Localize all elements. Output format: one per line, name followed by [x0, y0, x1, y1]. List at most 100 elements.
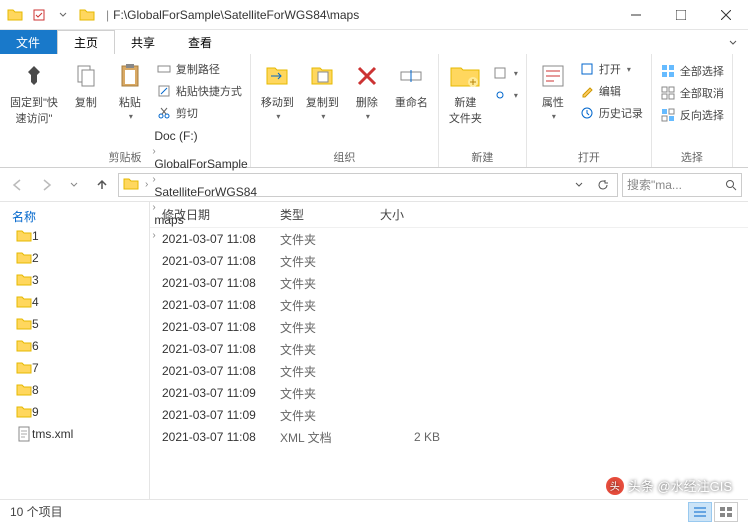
- file-row-data[interactable]: 2021-03-07 11:08文件夹: [150, 272, 748, 294]
- properties-icon: [537, 60, 569, 92]
- file-type: 文件夹: [280, 341, 380, 358]
- column-name-header[interactable]: 名称: [12, 208, 137, 225]
- file-name: 3: [32, 273, 39, 287]
- file-name: tms.xml: [32, 427, 73, 441]
- file-size: 2 KB: [380, 430, 460, 444]
- column-date-header[interactable]: 修改日期: [150, 206, 280, 223]
- file-row[interactable]: 6: [12, 335, 137, 357]
- chevron-right-icon[interactable]: ›: [150, 174, 157, 185]
- navigation-bar: › Doc (F:)›GlobalForSample›SatelliteForW…: [0, 168, 748, 202]
- file-date: 2021-03-07 11:08: [150, 254, 280, 268]
- file-icon: [16, 426, 32, 442]
- file-row-data[interactable]: 2021-03-07 11:08文件夹: [150, 228, 748, 250]
- file-row-data[interactable]: 2021-03-07 11:08XML 文档2 KB: [150, 426, 748, 448]
- scissors-icon: [156, 105, 172, 121]
- file-date: 2021-03-07 11:08: [150, 276, 280, 290]
- chevron-down-icon: ▾: [514, 91, 518, 100]
- new-folder-button[interactable]: 新建 文件夹: [443, 56, 488, 130]
- history-button[interactable]: 历史记录: [575, 102, 647, 124]
- invert-selection-button[interactable]: 反向选择: [656, 104, 728, 126]
- ribbon-tabs: 文件 主页 共享 查看: [0, 30, 748, 54]
- breadcrumb-segment[interactable]: Doc (F:): [150, 129, 261, 143]
- delete-button[interactable]: 删除▾: [345, 56, 389, 125]
- recent-button[interactable]: [62, 173, 86, 197]
- icons-view-button[interactable]: [714, 502, 738, 522]
- file-row-data[interactable]: 2021-03-07 11:08文件夹: [150, 360, 748, 382]
- copy-path-button[interactable]: 复制路径: [152, 58, 246, 80]
- file-row[interactable]: 8: [12, 379, 137, 401]
- watermark: 头 头条 @水经注GIS: [606, 476, 732, 495]
- chevron-right-icon[interactable]: ›: [143, 179, 150, 190]
- rename-button[interactable]: 重命名: [389, 56, 434, 114]
- edit-button[interactable]: 编辑: [575, 80, 647, 102]
- pin-button[interactable]: 固定到"快 速访问": [4, 56, 64, 130]
- file-row[interactable]: 9: [12, 401, 137, 423]
- search-placeholder: 搜索"ma...: [627, 176, 682, 193]
- new-folder-icon: [449, 60, 481, 92]
- paste-button[interactable]: 粘贴 ▾: [108, 56, 152, 125]
- tab-file[interactable]: 文件: [0, 30, 57, 54]
- copy-icon: [70, 60, 102, 92]
- tab-share[interactable]: 共享: [115, 30, 172, 54]
- copy-to-button[interactable]: 复制到▾: [300, 56, 345, 125]
- open-button[interactable]: 打开▾: [575, 58, 647, 80]
- chevron-down-icon: ▾: [321, 112, 325, 121]
- address-bar[interactable]: › Doc (F:)›GlobalForSample›SatelliteForW…: [118, 173, 618, 197]
- file-row[interactable]: 5: [12, 313, 137, 335]
- new-item-icon: [492, 65, 508, 81]
- column-type-header[interactable]: 类型: [280, 206, 380, 223]
- move-to-button[interactable]: 移动到▾: [255, 56, 300, 125]
- copy-to-icon: [306, 60, 338, 92]
- file-row[interactable]: 7: [12, 357, 137, 379]
- qat-properties-icon[interactable]: [28, 4, 50, 26]
- column-size-header[interactable]: 大小: [380, 206, 460, 223]
- address-dropdown-button[interactable]: [567, 180, 591, 190]
- easy-access-button[interactable]: ▾: [488, 84, 522, 106]
- file-row[interactable]: tms.xml: [12, 423, 137, 445]
- paste-shortcut-button[interactable]: 粘贴快捷方式: [152, 80, 246, 102]
- close-button[interactable]: [703, 0, 748, 30]
- nav-pane[interactable]: 名称 1 2 3 4567 8 9 tms.xml: [0, 202, 150, 502]
- folder-icon: [16, 316, 32, 332]
- chevron-down-icon: ▾: [627, 65, 631, 74]
- file-row-data[interactable]: 2021-03-07 11:08文件夹: [150, 250, 748, 272]
- select-all-button[interactable]: 全部选择: [656, 60, 728, 82]
- file-row-data[interactable]: 2021-03-07 11:08文件夹: [150, 316, 748, 338]
- search-box[interactable]: 搜索"ma...: [622, 173, 742, 197]
- file-type: 文件夹: [280, 231, 380, 248]
- maximize-button[interactable]: [658, 0, 703, 30]
- pin-label: 固定到"快 速访问": [10, 94, 58, 126]
- file-name: 8: [32, 383, 39, 397]
- file-row-data[interactable]: 2021-03-07 11:09文件夹: [150, 404, 748, 426]
- breadcrumb-segment[interactable]: SatelliteForWGS84: [150, 185, 261, 199]
- details-view-button[interactable]: [688, 502, 712, 522]
- tab-view[interactable]: 查看: [172, 30, 229, 54]
- file-row-data[interactable]: 2021-03-07 11:09文件夹: [150, 382, 748, 404]
- file-list[interactable]: 修改日期 类型 大小 2021-03-07 11:08文件夹2021-03-07…: [150, 202, 748, 502]
- file-row[interactable]: 4: [12, 291, 137, 313]
- forward-button[interactable]: [34, 173, 58, 197]
- watermark-text: 头条 @水经注GIS: [628, 476, 732, 495]
- new-item-button[interactable]: ▾: [488, 62, 522, 84]
- select-none-button[interactable]: 全部取消: [656, 82, 728, 104]
- cut-button[interactable]: 剪切: [152, 102, 246, 124]
- properties-button[interactable]: 属性▾: [531, 56, 575, 125]
- file-row[interactable]: 2: [12, 247, 137, 269]
- refresh-button[interactable]: [591, 179, 615, 191]
- file-row[interactable]: 1: [12, 225, 137, 247]
- file-row[interactable]: 3: [12, 269, 137, 291]
- minimize-button[interactable]: [613, 0, 658, 30]
- copy-button[interactable]: 复制: [64, 56, 108, 114]
- search-icon: [725, 179, 737, 191]
- back-button[interactable]: [6, 173, 30, 197]
- ribbon-collapse-button[interactable]: [718, 30, 748, 54]
- file-name: 2: [32, 251, 39, 265]
- file-row-data[interactable]: 2021-03-07 11:08文件夹: [150, 294, 748, 316]
- up-button[interactable]: [90, 173, 114, 197]
- file-date: 2021-03-07 11:08: [150, 298, 280, 312]
- file-row-data[interactable]: 2021-03-07 11:08文件夹: [150, 338, 748, 360]
- file-type: 文件夹: [280, 319, 380, 336]
- tab-home[interactable]: 主页: [57, 30, 115, 54]
- invert-icon: [660, 107, 676, 123]
- qat-dropdown-icon[interactable]: [52, 4, 74, 26]
